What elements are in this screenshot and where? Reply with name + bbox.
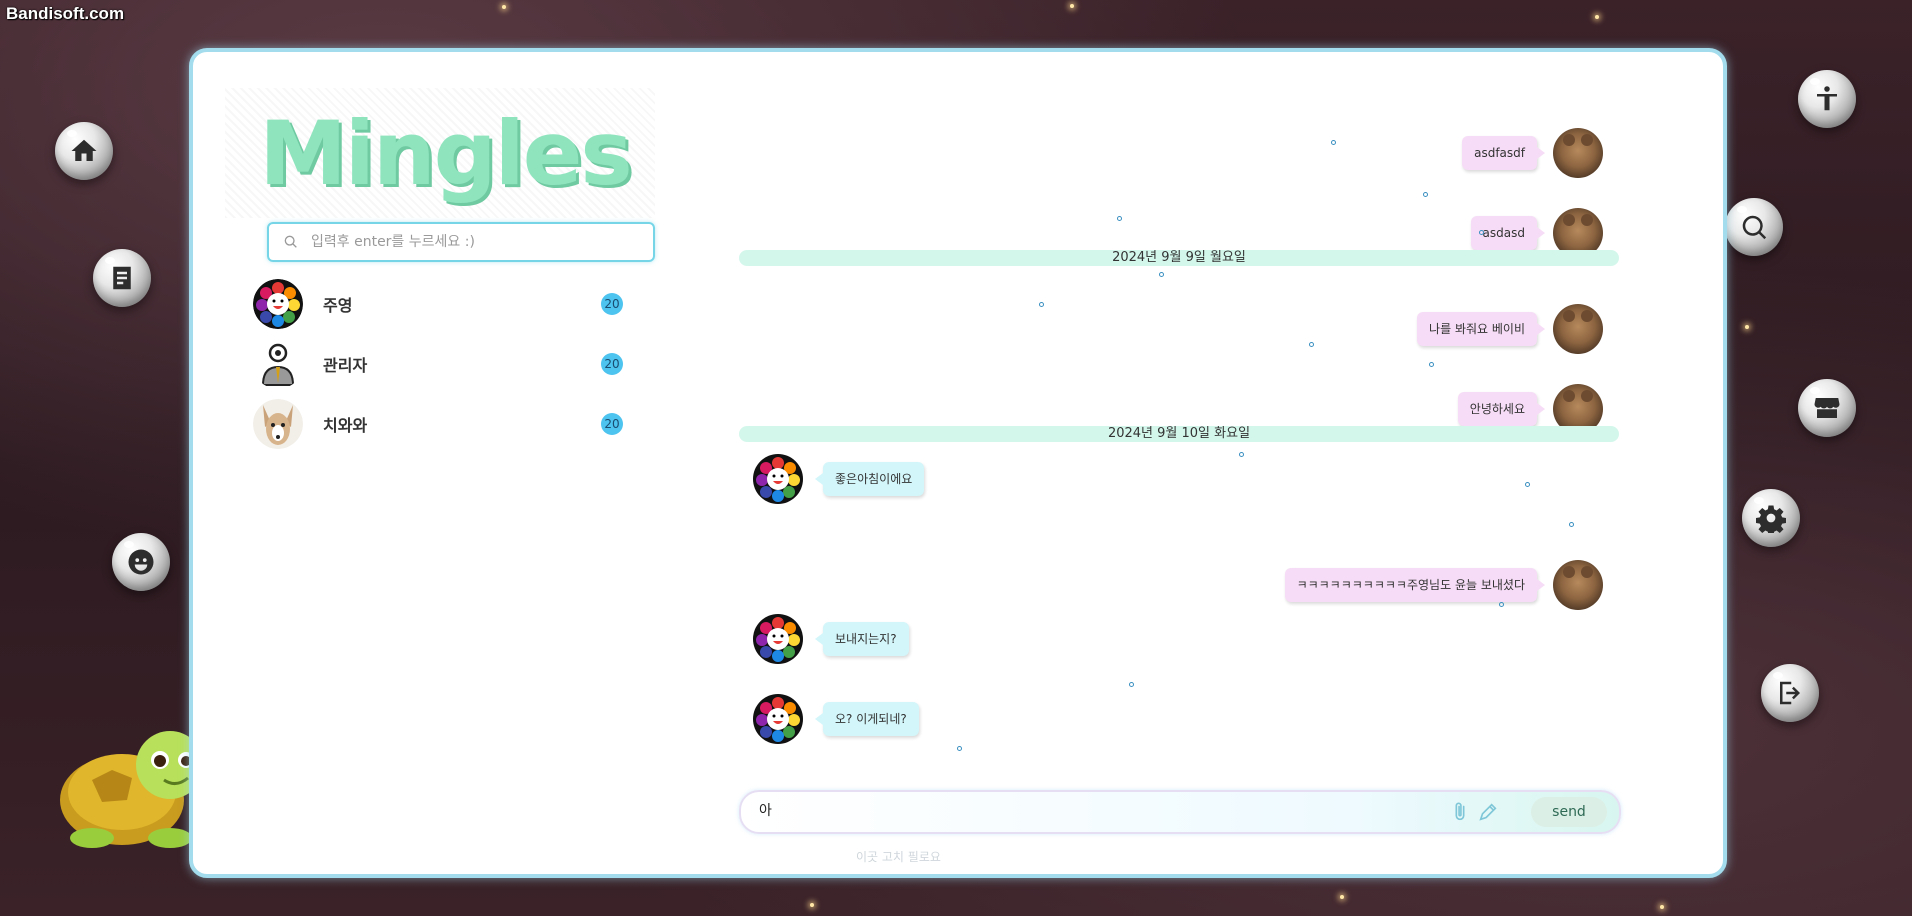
message-bubble: 나를 봐줘요 베이비: [1417, 312, 1545, 346]
message-input[interactable]: [757, 801, 1421, 819]
chat-message-sent: asdfasdf: [1462, 128, 1603, 178]
friend-avatar: [253, 279, 303, 329]
chat-area: asdfasdf asdasd 2024년 9월 9일 월요일 나를 봐줘요 베…: [739, 82, 1619, 842]
friend-avatar: [253, 399, 303, 449]
user-avatar: [1553, 128, 1603, 178]
home-button[interactable]: [55, 122, 113, 180]
floating-dot: [1309, 342, 1314, 347]
accessibility-icon: [1817, 86, 1837, 111]
message-bubble: ㅋㅋㅋㅋㅋㅋㅋㅋㅋㅋ주영님도 윤늘 보내셨다: [1284, 568, 1546, 602]
settings-button[interactable]: [1742, 489, 1800, 547]
composer-hint: 이곳 고치 필로요: [856, 850, 941, 864]
background-sparkle: [1340, 895, 1344, 899]
smile-icon: [128, 549, 154, 575]
friend-name: 관리자: [323, 356, 368, 375]
friend-avatar: [753, 694, 803, 744]
floating-dot: [1499, 602, 1504, 607]
main-card: Mingles 주영 20: [189, 48, 1727, 878]
friend-avatar: [753, 454, 803, 504]
background-sparkle: [1660, 905, 1664, 909]
background-sparkle: [810, 903, 814, 907]
date-divider: 2024년 9월 10일 화요일: [739, 426, 1619, 442]
home-icon: [71, 139, 97, 161]
date-divider: 2024년 9월 9일 월요일: [739, 250, 1619, 266]
search-globe-icon: [1742, 215, 1767, 240]
friend-count-badge: 20: [601, 293, 623, 315]
chat-message-sent: ㅋㅋㅋㅋㅋㅋㅋㅋㅋㅋ주영님도 윤늘 보내셨다: [1284, 560, 1603, 610]
background-sparkle: [1595, 15, 1599, 19]
friend-search-input[interactable]: [309, 233, 613, 251]
logo-area: Mingles: [225, 88, 655, 218]
document-icon: [113, 266, 131, 290]
turtle-mascot: [60, 731, 204, 848]
floating-dot: [1159, 272, 1164, 277]
floating-dot: [1479, 230, 1484, 235]
search-icon: [284, 235, 297, 248]
user-avatar: [1553, 304, 1603, 354]
friend-item-chihuahua[interactable]: 치와와 20: [253, 398, 623, 450]
floating-dot: [1525, 482, 1530, 487]
background-sparkle: [1070, 4, 1074, 8]
friend-name: 주영: [323, 296, 353, 315]
logout-icon: [1780, 681, 1800, 705]
chat-message-sent: 나를 봐줘요 베이비: [1417, 304, 1603, 354]
store-button[interactable]: [1798, 379, 1856, 437]
message-bubble: 오? 이게되네?: [815, 702, 919, 736]
friend-search-box[interactable]: [267, 222, 655, 262]
watermark-text: Bandisoft.com: [6, 4, 125, 23]
floating-dot: [1039, 302, 1044, 307]
message-bubble: 좋은아침이에요: [814, 462, 925, 496]
friend-avatar: [753, 614, 803, 664]
friend-item-juyoung[interactable]: 주영 20: [253, 278, 623, 330]
message-composer: send: [739, 790, 1621, 834]
chat-message-received: 좋은아침이에요: [753, 454, 925, 504]
user-avatar: [1553, 560, 1603, 610]
logout-button[interactable]: [1761, 664, 1819, 722]
chat-message-received: 보내지는지?: [753, 614, 909, 664]
friend-count-badge: 20: [601, 353, 623, 375]
draw-icon[interactable]: [1477, 801, 1499, 823]
floating-dot: [1239, 452, 1244, 457]
friend-item-admin[interactable]: 관리자 20: [253, 338, 623, 390]
attach-icon[interactable]: [1449, 801, 1471, 823]
accessibility-button[interactable]: [1798, 70, 1856, 128]
background-sparkle: [1745, 325, 1749, 329]
friend-name: 치와와: [323, 416, 368, 435]
chat-message-received: 오? 이게되네?: [753, 694, 919, 744]
floating-dot: [1569, 522, 1574, 527]
store-icon: [1814, 398, 1840, 418]
board-button[interactable]: [93, 249, 151, 307]
search-globe-button[interactable]: [1725, 198, 1783, 256]
friend-count-badge: 20: [601, 413, 623, 435]
send-button[interactable]: send: [1531, 797, 1607, 827]
floating-dot: [1129, 682, 1134, 687]
message-bubble: 안녕하세요: [1457, 392, 1546, 426]
floating-dot: [1117, 216, 1122, 221]
floating-dot: [1331, 140, 1336, 145]
floating-dot: [1423, 192, 1428, 197]
floating-dot: [957, 746, 962, 751]
message-bubble: 보내지는지?: [815, 622, 909, 656]
emoji-button[interactable]: [112, 533, 170, 591]
message-bubble: asdfasdf: [1462, 136, 1545, 170]
settings-icon: [1756, 505, 1786, 533]
app-logo: Mingles: [259, 101, 633, 205]
friend-avatar: [253, 339, 303, 389]
floating-dot: [1429, 362, 1434, 367]
background-sparkle: [502, 5, 506, 9]
